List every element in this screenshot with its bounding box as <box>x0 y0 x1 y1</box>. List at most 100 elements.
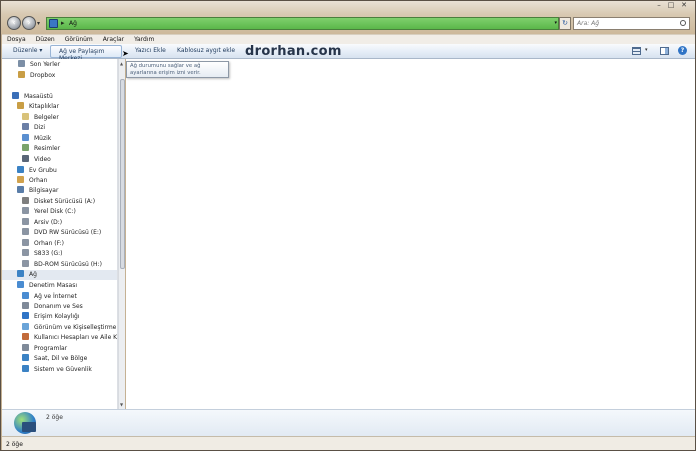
nav-item[interactable]: Kitaplıklar <box>17 102 117 112</box>
nav-item-icon <box>22 197 29 204</box>
nav-item-label: Dizi <box>34 124 46 131</box>
close-button[interactable]: ✕ <box>677 1 691 11</box>
address-dropdown-icon[interactable]: ▾ <box>554 20 557 26</box>
nav-item[interactable]: Belgeler <box>22 113 117 123</box>
nav-item-label: Ağ <box>29 271 37 278</box>
nav-item[interactable]: Arsiv (D:) <box>22 218 117 228</box>
nav-item[interactable]: Dizi <box>22 123 117 133</box>
nav-item-icon <box>22 228 29 235</box>
nav-item-label: Görünüm ve Kişiselleştirme <box>34 324 117 331</box>
nav-item-icon <box>22 260 29 267</box>
nav-item[interactable]: Ağ <box>2 270 117 280</box>
nav-item-icon <box>22 123 29 130</box>
nav-item-icon <box>17 281 24 288</box>
search-input[interactable]: Ara: Ağ <box>573 17 690 30</box>
address-path[interactable]: Ağ <box>69 20 77 27</box>
add-printer-button[interactable]: Yazıcı Ekle <box>135 47 166 54</box>
nav-item-label: Resimler <box>34 145 61 152</box>
change-view-icon[interactable] <box>632 47 641 55</box>
nav-item-icon <box>22 207 29 214</box>
views-dropdown-icon[interactable]: ▾ <box>645 47 648 53</box>
nav-item[interactable]: Orhan <box>17 176 117 186</box>
menu-edit[interactable]: Düzen <box>31 35 60 44</box>
nav-item-icon <box>22 344 29 351</box>
nav-item[interactable]: Disket Sürücüsü (A:) <box>22 197 117 207</box>
nav-item-icon <box>22 302 29 309</box>
details-count: 2 öğe <box>46 414 63 421</box>
nav-item[interactable]: Ev Grubu <box>17 166 117 176</box>
nav-item[interactable]: Denetim Masası <box>17 281 117 291</box>
nav-item[interactable]: Yerel Disk (C:) <box>22 207 117 217</box>
organize-label: Düzenle <box>13 47 38 54</box>
nav-item-icon <box>22 323 29 330</box>
nav-item-icon <box>22 239 29 246</box>
nav-item-icon <box>22 249 29 256</box>
preview-pane-icon[interactable] <box>660 47 669 55</box>
nav-item[interactable]: Son Yerler <box>18 60 117 70</box>
nav-item-label: DVD RW Sürücüsü (E:) <box>34 229 102 236</box>
nav-item-label: Müzik <box>34 135 52 142</box>
tooltip: Ağ durumunu sağlar ve ağ ayarlarına eriş… <box>126 61 229 78</box>
scrollbar-thumb[interactable] <box>120 79 125 269</box>
menu-view[interactable]: Görünüm <box>60 35 98 44</box>
nav-item-label: Kullanıcı Hesapları ve Aile Koru <box>34 334 118 341</box>
nav-item[interactable]: Sistem ve Güvenlik <box>22 365 117 375</box>
nav-item-label: Yerel Disk (C:) <box>34 208 76 215</box>
scroll-up-icon[interactable]: ▲ <box>120 61 123 66</box>
nav-item[interactable]: Ağ ve İnternet <box>22 292 117 302</box>
nav-item[interactable]: Saat, Dil ve Bölge <box>22 354 117 364</box>
nav-item-label: Ağ ve İnternet <box>34 293 77 300</box>
nav-item-label: Belgeler <box>34 114 59 121</box>
nav-item[interactable]: Müzik <box>22 134 117 144</box>
nav-item-label: Kitaplıklar <box>29 103 60 110</box>
minimize-button[interactable]: – <box>653 1 665 11</box>
back-button[interactable]: ‹ <box>7 16 21 30</box>
nav-item-label: Dropbox <box>30 72 56 79</box>
nav-item-icon <box>12 92 19 99</box>
nav-item-label: Ev Grubu <box>29 167 57 174</box>
nav-item[interactable]: Resimler <box>22 144 117 154</box>
nav-item[interactable]: Programlar <box>22 344 117 354</box>
nav-item-icon <box>22 134 29 141</box>
nav-item-icon <box>22 312 29 319</box>
refresh-button[interactable]: ↻ <box>559 17 571 30</box>
content-area[interactable] <box>126 59 695 409</box>
nav-item-icon <box>17 270 24 277</box>
nav-item[interactable]: Erişim Kolaylığı <box>22 312 117 322</box>
scroll-down-icon[interactable]: ▼ <box>120 402 123 407</box>
help-icon[interactable]: ? <box>678 46 687 55</box>
menu-help[interactable]: Yardım <box>129 35 159 44</box>
menu-tools[interactable]: Araçlar <box>98 35 129 44</box>
search-icon[interactable] <box>680 20 686 26</box>
breadcrumb-chevron-icon[interactable]: ▸ <box>61 19 65 27</box>
network-sharing-center-button[interactable]: Ağ ve Paylaşım Merkezi <box>50 45 122 62</box>
nav-item-icon <box>17 102 24 109</box>
nav-item[interactable]: Bilgisayar <box>17 186 117 196</box>
nav-item-label: Arsiv (D:) <box>34 219 63 226</box>
nav-item[interactable]: Orhan (F:) <box>22 239 117 249</box>
nav-item[interactable]: DVD RW Sürücüsü (E:) <box>22 228 117 238</box>
organize-button[interactable]: Düzenle ▾ <box>13 47 42 54</box>
recent-pages-dropdown-icon[interactable]: ▾ <box>37 20 40 27</box>
nav-item-icon <box>18 71 25 78</box>
caption-buttons: – □ ✕ <box>653 1 691 11</box>
nav-item[interactable]: Masaüstü <box>12 92 117 102</box>
nav-item[interactable]: Video <box>22 155 117 165</box>
add-wireless-device-button[interactable]: Kablosuz aygıt ekle <box>177 47 235 54</box>
nav-item-icon <box>22 365 29 372</box>
nav-item[interactable]: Görünüm ve Kişiselleştirme <box>22 323 117 333</box>
nav-item[interactable]: Donanım ve Ses <box>22 302 117 312</box>
explorer-window: ‹ › ▾ ▸ Ağ ▾ ↻ Ara: Ağ – □ ✕ Dosya Düzen… <box>0 0 696 451</box>
menu-file[interactable]: Dosya <box>2 35 31 44</box>
forward-button[interactable]: › <box>22 16 36 30</box>
nav-item-label: Bilgisayar <box>29 187 59 194</box>
nav-item-icon <box>22 292 29 299</box>
maximize-button[interactable]: □ <box>665 1 677 11</box>
nav-item-label: Son Yerler <box>30 61 61 68</box>
nav-item[interactable]: S833 (G:) <box>22 249 117 259</box>
nav-scrollbar[interactable]: ▲ ▼ <box>118 59 125 409</box>
address-bar[interactable]: ▸ Ağ ▾ <box>46 17 559 30</box>
nav-item[interactable]: BD-ROM Sürücüsü (H:) <box>22 260 117 270</box>
nav-item[interactable]: Kullanıcı Hesapları ve Aile Koru <box>22 333 118 343</box>
nav-item[interactable]: Dropbox <box>18 71 117 81</box>
